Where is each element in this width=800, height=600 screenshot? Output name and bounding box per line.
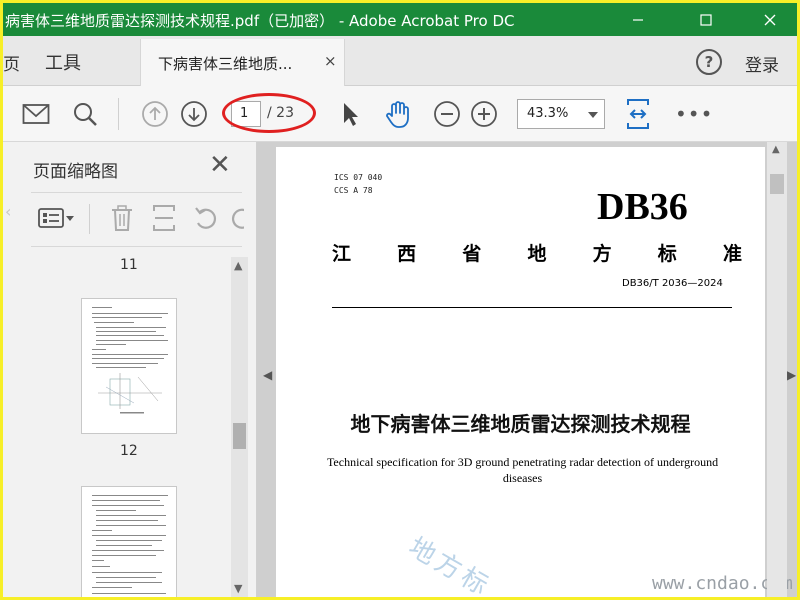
panel-divider (31, 246, 242, 247)
province-char: 方 (592, 243, 612, 265)
tab-close-button[interactable]: × (324, 52, 337, 70)
email-button[interactable] (19, 97, 53, 131)
province-char: 西 (397, 243, 417, 265)
scroll-thumb[interactable] (770, 174, 784, 194)
window-title: 病害体三维地质雷达探测技术规程.pdf（已加密） - Adobe Acrobat… (5, 12, 515, 30)
plus-circle-icon (471, 101, 497, 127)
rotate-button[interactable] (191, 202, 221, 234)
maximize-button[interactable] (683, 3, 729, 36)
thumbnail-page-12[interactable] (81, 298, 177, 434)
panel-divider (31, 192, 242, 193)
document-area: ◀ ICS 07 040 CCS A 78 DB36 江 西 省 地 方 标 准… (257, 142, 797, 597)
standard-logo: DB36 (597, 186, 688, 228)
next-page-button[interactable] (177, 97, 211, 131)
fit-page-button[interactable] (621, 97, 655, 131)
fit-page-icon (627, 99, 649, 129)
panel-close-button[interactable]: ✕ (209, 150, 231, 180)
page-rule (332, 307, 732, 308)
envelope-icon (22, 104, 50, 124)
province-char: 地 (527, 243, 547, 265)
minimize-button[interactable] (615, 3, 661, 36)
insert-page-icon (153, 205, 175, 231)
prev-page-button[interactable] (138, 97, 172, 131)
thumbnail-scrollbar[interactable]: ▲ ▼ (231, 257, 248, 597)
scroll-thumb[interactable] (233, 423, 246, 449)
province-char: 江 (332, 243, 352, 265)
zoom-out-button[interactable] (430, 97, 464, 131)
close-window-button[interactable] (747, 3, 793, 36)
thumbnail-page-13[interactable] (81, 486, 177, 597)
scroll-up-icon[interactable]: ▲ (234, 259, 242, 272)
title-bar: 病害体三维地质雷达探测技术规程.pdf（已加密） - Adobe Acrobat… (3, 3, 797, 36)
scroll-up-icon[interactable]: ▲ (772, 144, 780, 155)
maximize-icon (700, 13, 712, 26)
insert-page-button[interactable] (149, 202, 179, 234)
thumbnail-options-button[interactable] (36, 202, 76, 234)
hand-icon (386, 101, 409, 128)
login-button[interactable]: 登录 (745, 51, 779, 76)
arrow-up-circle-icon (142, 101, 168, 127)
toolbar: 1 / 23 43.3% ••• (3, 86, 797, 142)
rotate-cw-icon (232, 208, 244, 229)
collapse-right-icon[interactable]: ▶ (787, 368, 796, 382)
pointer-arrow-icon (344, 103, 358, 126)
list-options-icon (38, 208, 74, 228)
pdf-page: ICS 07 040 CCS A 78 DB36 江 西 省 地 方 标 准 D… (276, 147, 793, 597)
zoom-select[interactable]: 43.3% (517, 99, 605, 129)
ics-code: ICS 07 040 CCS A 78 (334, 173, 383, 195)
tab-tools[interactable]: 工具 (45, 49, 81, 75)
rotate-cw-button[interactable] (228, 202, 244, 234)
select-tool-button[interactable] (333, 97, 367, 131)
collapse-left-icon[interactable]: ◀ (263, 368, 272, 382)
delete-page-button[interactable] (107, 202, 137, 234)
standard-number: DB36/T 2036—2024 (622, 278, 723, 289)
province-char: 省 (462, 243, 482, 265)
acrobat-window: 病害体三维地质雷达探测技术规程.pdf（已加密） - Adobe Acrobat… (3, 3, 797, 597)
toolbar-separator (118, 98, 119, 130)
search-button[interactable] (68, 97, 102, 131)
close-icon (764, 14, 776, 25)
tab-row: 页 工具 下病害体三维地质... × ? 登录 (3, 36, 797, 86)
document-scrollbar[interactable]: ▲ (767, 142, 787, 597)
panel-separator (89, 204, 90, 234)
chevron-down-icon (588, 112, 598, 118)
province-char: 准 (722, 243, 742, 265)
more-options-button[interactable]: ••• (675, 102, 713, 126)
document-title-en: Technical specification for 3D ground pe… (326, 455, 719, 485)
thumbnail-number: 12 (120, 443, 138, 459)
province-char: 标 (657, 243, 677, 265)
zoom-value: 43.3% (527, 106, 569, 121)
thumbnail-number: 11 (120, 257, 138, 273)
panel-title: 页面缩略图 (33, 162, 118, 182)
document-title: 地下病害体三维地质雷达探测技术规程 (350, 412, 691, 436)
search-icon (74, 103, 97, 126)
minus-circle-icon (434, 101, 460, 127)
hand-tool-button[interactable] (381, 97, 415, 131)
zoom-in-button[interactable] (467, 97, 501, 131)
tab-home[interactable]: 页 (3, 50, 20, 75)
rotate-ccw-icon (195, 207, 216, 229)
watermark-text: 地方标 (403, 532, 497, 597)
tab-document[interactable]: 下病害体三维地质... × (140, 39, 345, 86)
panel-caret-icon: ‹ (5, 202, 12, 221)
minimize-icon (633, 18, 643, 21)
trash-icon (112, 205, 132, 231)
arrow-down-circle-icon (181, 101, 207, 127)
tab-document-label: 下病害体三维地质... (158, 55, 293, 73)
red-annotation-oval (222, 93, 316, 133)
thumbnails-panel: ‹ 页面缩略图 ✕ 11 12 ▲ ▼ (3, 142, 257, 597)
province-standard-label: 江 西 省 地 方 标 准 (332, 239, 742, 266)
help-button[interactable]: ? (696, 49, 722, 75)
thumbnail-figure (98, 373, 162, 414)
scroll-down-icon[interactable]: ▼ (234, 582, 242, 595)
